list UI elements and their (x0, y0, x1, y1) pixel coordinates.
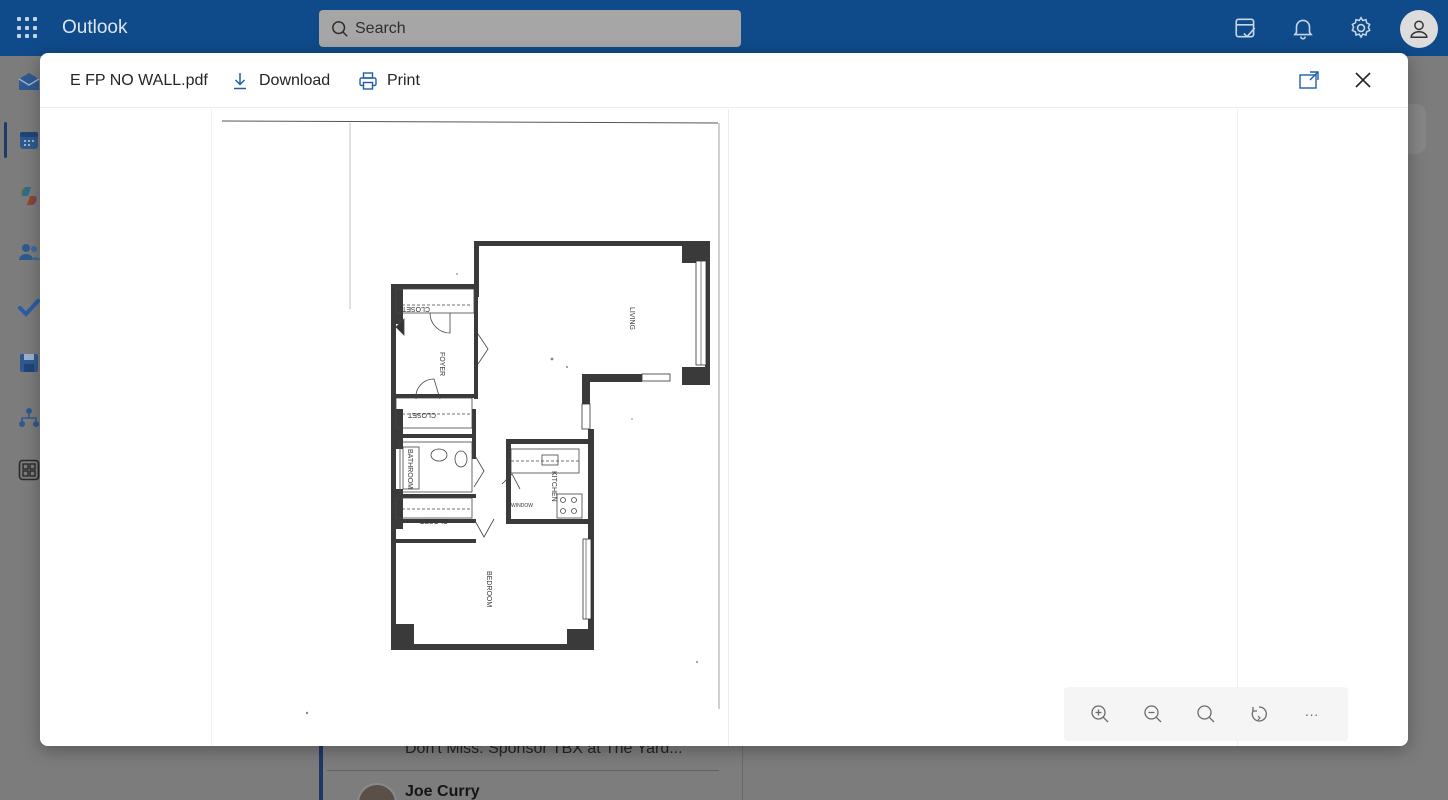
message-list: Don't Miss: Sponsor TBX at The Yard... J… (319, 740, 743, 800)
download-icon (234, 73, 246, 90)
my-day-icon[interactable] (1233, 15, 1259, 41)
download-label: Download (259, 72, 331, 89)
notifications-icon[interactable] (1290, 15, 1316, 41)
zoom-reset-icon (1197, 705, 1215, 723)
rail-selection-indicator (4, 122, 7, 158)
zoom-in-icon (1091, 705, 1109, 723)
pdf-page: LIVING FOYER CLOSET CLOSET CLOSET BATHRO… (211, 109, 729, 746)
room-label-bedroom: BEDROOM (485, 571, 492, 607)
more-apps-icon[interactable] (17, 458, 41, 482)
search-placeholder: Search (355, 19, 406, 37)
rotate-icon (1251, 706, 1267, 722)
people-icon[interactable] (17, 240, 41, 264)
copilot-icon[interactable] (17, 184, 41, 208)
unread-indicator (319, 746, 323, 800)
top-bar: Outlook Search (0, 0, 1448, 56)
person-icon (1410, 20, 1428, 38)
room-label-closet-low: CLOSET (419, 517, 448, 524)
rotate-button[interactable] (1248, 703, 1270, 725)
room-label-foyer: FOYER (438, 352, 445, 376)
pdf-page-blank (729, 109, 1238, 746)
app-name[interactable]: Outlook (62, 17, 127, 39)
attachment-preview-modal: E FP NO WALL.pdf Download Print LIVING F… (40, 53, 1408, 746)
mail-icon[interactable] (17, 70, 41, 94)
download-button[interactable]: Download (230, 67, 330, 95)
room-label-closet-top: CLOSET (401, 305, 430, 312)
divider (327, 770, 719, 771)
zoom-out-button[interactable] (1142, 703, 1164, 725)
zoom-out-icon (1144, 705, 1162, 723)
more-options-button[interactable]: ··· (1301, 703, 1323, 725)
file-name: E FP NO WALL.pdf (70, 72, 208, 89)
sender-avatar (357, 783, 397, 800)
message-sender[interactable]: Joe Curry (405, 783, 480, 800)
zoom-in-button[interactable] (1089, 703, 1111, 725)
room-label-bathroom: BATHROOM (406, 449, 413, 489)
printer-icon (359, 72, 377, 90)
account-avatar[interactable] (1400, 10, 1438, 48)
room-label-kitchen: KITCHEN (550, 471, 557, 502)
fit-to-page-button[interactable] (1195, 703, 1217, 725)
floor-plan-drawing: LIVING FOYER CLOSET CLOSET CLOSET BATHRO… (221, 120, 720, 715)
preview-toolbar: E FP NO WALL.pdf Download Print (40, 53, 1408, 108)
settings-icon[interactable] (1348, 15, 1374, 41)
todo-icon[interactable] (17, 296, 41, 320)
zoom-toolbar: ··· (1064, 687, 1348, 741)
org-chart-icon[interactable] (17, 406, 41, 430)
search-icon (332, 20, 348, 37)
room-label-living: LIVING (628, 307, 635, 330)
document-viewer[interactable]: LIVING FOYER CLOSET CLOSET CLOSET BATHRO… (40, 109, 1408, 746)
open-in-new-window-icon[interactable] (1298, 69, 1320, 91)
room-label-window: WINDOW (511, 503, 533, 509)
print-label: Print (387, 72, 420, 89)
print-button[interactable]: Print (358, 67, 420, 95)
save-icon[interactable] (17, 351, 41, 375)
app-launcher-icon[interactable] (17, 17, 39, 39)
room-label-closet-mid: CLOSET (407, 411, 436, 418)
close-icon[interactable] (1352, 69, 1374, 91)
search-box[interactable]: Search (319, 10, 741, 47)
calendar-icon[interactable] (17, 128, 41, 152)
